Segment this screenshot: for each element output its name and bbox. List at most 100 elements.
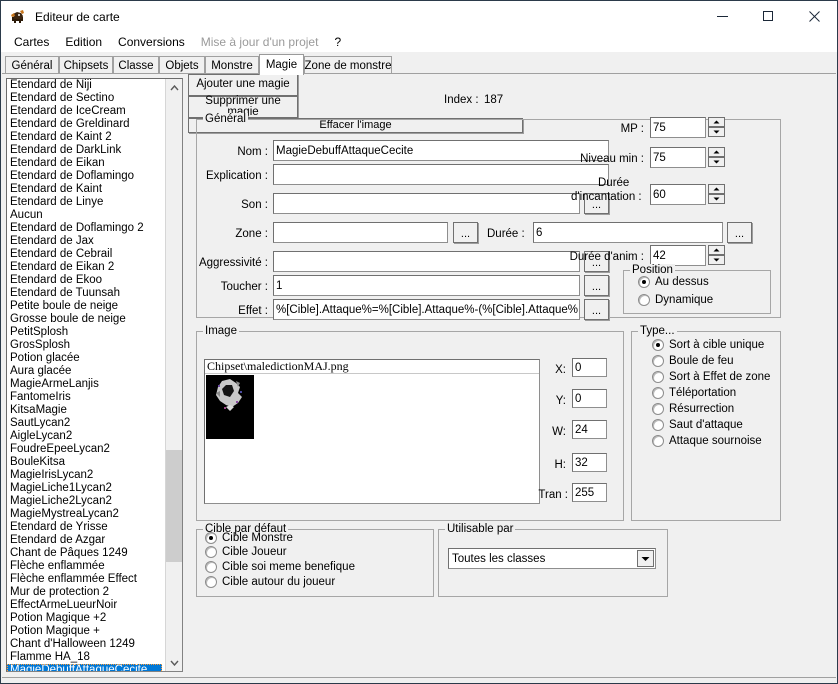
list-item[interactable]: Etendard de Azgar — [7, 534, 166, 547]
scroll-up-button[interactable] — [166, 79, 182, 96]
toucher-browse-button[interactable]: ... — [584, 275, 609, 296]
list-item[interactable]: MagieMystreaLycan2 — [7, 508, 166, 521]
list-item[interactable]: Flèche enflammée Effect — [7, 573, 166, 586]
list-item[interactable]: SautLycan2 — [7, 417, 166, 430]
list-item[interactable]: Etendard de DarkLink — [7, 144, 166, 157]
list-item[interactable]: Etendard de Greldinard — [7, 118, 166, 131]
menu-help[interactable]: ? — [326, 34, 349, 50]
toucher-input[interactable] — [273, 275, 580, 296]
radio-type-saut-dattaque[interactable]: Saut d'attaque — [652, 419, 743, 431]
list-item[interactable]: MagieDebuffAttaqueCecite — [7, 664, 162, 671]
radio-cible-soi-meme-benefique[interactable]: Cible soi meme benefique — [205, 561, 355, 573]
list-item[interactable]: Aura glacée — [7, 365, 166, 378]
image-x-input[interactable] — [572, 358, 607, 377]
list-item[interactable]: Potion glacée — [7, 352, 166, 365]
duree-input[interactable] — [533, 222, 723, 243]
effet-input[interactable] — [273, 299, 580, 320]
duree-incantation-input[interactable] — [650, 184, 706, 205]
mp-input[interactable] — [650, 117, 706, 138]
tab-magie[interactable]: Magie — [259, 54, 304, 75]
list-item[interactable]: Chant d'Halloween 1249 — [7, 638, 166, 651]
spell-listbox[interactable]: Etendard de NijiEtendard de Sectino Etend… — [6, 78, 183, 672]
list-item[interactable]: AigleLycan2 — [7, 430, 166, 443]
image-preview[interactable]: Chipset\maledictionMAJ.png — [204, 359, 540, 504]
tab-objets[interactable]: Objets — [159, 56, 205, 74]
radio-type-sort-effet-de-zone[interactable]: Sort à Effet de zone — [652, 371, 770, 383]
list-item[interactable]: Etendard de Tuunsah — [7, 287, 166, 300]
list-item[interactable]: Etendard de Kaint 2 — [7, 131, 166, 144]
duree-incantation-spinner[interactable] — [708, 184, 725, 205]
list-item[interactable]: FoudreEpeeLycan2 — [7, 443, 166, 456]
scroll-down-button[interactable] — [166, 654, 182, 671]
niveau-min-spinner[interactable] — [708, 147, 725, 168]
list-item[interactable]: Etendard de Doflamingo 2 — [7, 222, 166, 235]
radio-cible-monstre[interactable]: Cible Monstre — [205, 532, 293, 544]
list-item[interactable]: Etendard de Yrisse — [7, 521, 166, 534]
tab-zone-de-monstre[interactable]: Zone de monstre — [304, 56, 392, 74]
list-item[interactable]: Flèche enflammée — [7, 560, 166, 573]
duree-anim-spinner-up[interactable] — [708, 245, 725, 255]
list-item[interactable]: MagieIrisLycan2 — [7, 469, 166, 482]
list-item[interactable]: Flamme HA_18 — [7, 651, 166, 664]
radio-type-teleportation[interactable]: Téléportation — [652, 387, 736, 399]
radio-type-sort-cible-unique[interactable]: Sort à cible unique — [652, 339, 764, 351]
list-item[interactable]: KitsaMagie — [7, 404, 166, 417]
list-item[interactable]: Petite boule de neige — [7, 300, 166, 313]
minimize-button[interactable] — [699, 1, 745, 32]
list-item[interactable]: Etendard de Cebrail — [7, 248, 166, 261]
utilisable-par-combobox[interactable]: Toutes les classes — [448, 548, 656, 569]
list-item[interactable]: MagieArmeLanjis — [7, 378, 166, 391]
list-item[interactable]: Etendard de Jax — [7, 235, 166, 248]
tab-classe[interactable]: Classe — [113, 56, 159, 74]
explication-input[interactable] — [273, 164, 609, 185]
niveau-min-spinner-up[interactable] — [708, 147, 725, 157]
list-item[interactable]: Chant de Pâques 1249 — [7, 547, 166, 560]
duree-anim-spinner[interactable] — [708, 245, 725, 266]
menu-conversions[interactable]: Conversions — [110, 34, 193, 50]
niveau-min-input[interactable] — [650, 147, 706, 168]
list-item[interactable]: Etendard de Eikan 2 — [7, 261, 166, 274]
niveau-min-spinner-down[interactable] — [708, 157, 725, 167]
list-item[interactable]: FantomeIris — [7, 391, 166, 404]
mp-spinner[interactable] — [708, 117, 725, 138]
radio-type-boule-de-feu[interactable]: Boule de feu — [652, 355, 734, 367]
radio-type-attaque-sournoise[interactable]: Attaque sournoise — [652, 435, 762, 447]
zone-browse-button[interactable]: ... — [453, 222, 478, 243]
list-item[interactable]: BouleKitsa — [7, 456, 166, 469]
scroll-thumb[interactable] — [166, 450, 182, 562]
list-item[interactable]: MagieLiche2Lycan2 — [7, 495, 166, 508]
list-item[interactable]: MagieLiche1Lycan2 — [7, 482, 166, 495]
list-item[interactable]: Potion Magique +2 — [7, 612, 166, 625]
aggressivite-input[interactable] — [273, 251, 580, 272]
image-h-input[interactable] — [572, 453, 607, 472]
radio-type-resurrection[interactable]: Résurrection — [652, 403, 734, 415]
list-item[interactable]: Grosse boule de neige — [7, 313, 166, 326]
list-item[interactable]: Aucun — [7, 209, 166, 222]
image-tran-input[interactable] — [572, 483, 607, 502]
chevron-down-icon[interactable] — [637, 550, 654, 567]
menu-cartes[interactable]: Cartes — [6, 34, 57, 50]
effet-browse-button[interactable]: ... — [584, 299, 609, 320]
list-item[interactable]: Etendard de Doflamingo — [7, 170, 166, 183]
list-item[interactable]: Etendard de Linye — [7, 196, 166, 209]
list-item[interactable]: Etendard de Sectino — [7, 92, 166, 105]
duree-incantation-spinner-down[interactable] — [708, 194, 725, 204]
list-item[interactable]: Etendard de Kaint — [7, 183, 166, 196]
radio-cible-joueur[interactable]: Cible Joueur — [205, 546, 287, 558]
tab-general[interactable]: Général — [5, 56, 59, 74]
duree-incantation-spinner-up[interactable] — [708, 184, 725, 194]
mp-spinner-down[interactable] — [708, 127, 725, 137]
add-spell-button[interactable]: Ajouter une magie — [188, 74, 298, 96]
list-item[interactable]: GrosSplosh — [7, 339, 166, 352]
image-y-input[interactable] — [572, 389, 607, 408]
list-item[interactable]: Etendard de Niji — [7, 79, 166, 92]
tab-chipsets[interactable]: Chipsets — [59, 56, 113, 74]
menu-edition[interactable]: Edition — [57, 34, 110, 50]
duree-anim-spinner-down[interactable] — [708, 255, 725, 265]
list-item[interactable]: Potion Magique + — [7, 625, 166, 638]
zone-input[interactable] — [273, 222, 448, 243]
radio-position-dynamique[interactable]: Dynamique — [638, 294, 713, 306]
list-item[interactable]: Etendard de Eikan — [7, 157, 166, 170]
list-item[interactable]: Mur de protection 2 — [7, 586, 166, 599]
list-item[interactable]: PetitSplosh — [7, 326, 166, 339]
